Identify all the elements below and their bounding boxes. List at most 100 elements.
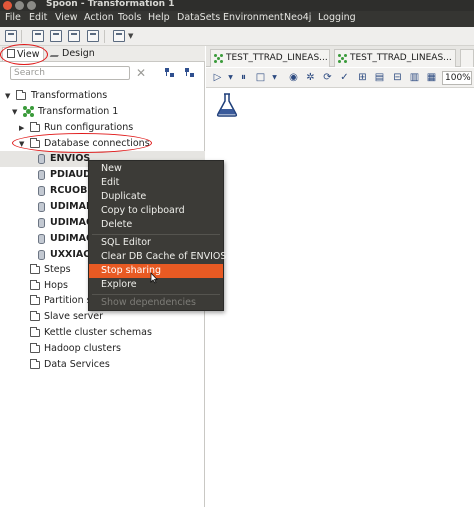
menu-item-delete[interactable]: Delete bbox=[89, 218, 223, 232]
tree-node-transformation-1[interactable]: ▼ Transformation 1 bbox=[0, 104, 205, 120]
verify-icon[interactable]: ✓ bbox=[339, 72, 350, 83]
menu-environment[interactable]: Environment bbox=[223, 12, 284, 23]
clear-search-icon[interactable]: ✕ bbox=[136, 66, 146, 80]
expand-arrow-icon[interactable]: ▼ bbox=[5, 88, 10, 104]
tree-node-partition-schemas[interactable]: Partition sc bbox=[0, 293, 88, 309]
sql-icon[interactable]: ▤ bbox=[374, 72, 385, 83]
menu-view[interactable]: View bbox=[55, 12, 78, 23]
database-icon bbox=[38, 234, 45, 244]
tree-label: Kettle cluster schemas bbox=[44, 327, 152, 338]
connection-pdiaudi[interactable]: PDIAUDI bbox=[0, 167, 88, 183]
tab-view[interactable]: View bbox=[2, 47, 44, 61]
expand-arrow-icon[interactable]: ▼ bbox=[12, 104, 17, 120]
transformation-canvas[interactable] bbox=[206, 89, 474, 507]
connection-uxxiacf[interactable]: UXXIACF bbox=[0, 247, 88, 263]
tree-label: Partition sc bbox=[44, 295, 88, 306]
impact-icon[interactable]: ⊞ bbox=[357, 72, 368, 83]
show-results-icon[interactable]: ▥ bbox=[409, 72, 420, 83]
expand-all-icon[interactable] bbox=[185, 68, 195, 78]
tree-label: Slave server bbox=[44, 311, 104, 322]
chevron-down-icon[interactable]: ▼ bbox=[269, 72, 280, 83]
transformation-icon bbox=[338, 54, 347, 63]
editor-tab-overflow[interactable] bbox=[460, 49, 474, 67]
menu-item-sql-editor[interactable]: SQL Editor bbox=[89, 236, 223, 250]
menu-item-clear-db-cache[interactable]: Clear DB Cache of ENVIOS bbox=[89, 250, 226, 264]
tree-node-slave-server[interactable]: Slave server bbox=[0, 309, 205, 325]
toolbar-separator bbox=[104, 30, 105, 43]
explore-db-icon[interactable]: ⊟ bbox=[392, 72, 403, 83]
explore-repository-icon[interactable] bbox=[50, 30, 62, 42]
pause-icon[interactable]: ⏸ bbox=[238, 72, 249, 83]
tree-node-kettle-cluster-schemas[interactable]: Kettle cluster schemas bbox=[0, 325, 205, 341]
transformation-icon bbox=[214, 54, 223, 63]
pencil-icon bbox=[49, 49, 63, 57]
connection-udimad[interactable]: UDIMAD bbox=[0, 199, 88, 215]
open-file-icon[interactable] bbox=[32, 30, 44, 42]
editor-tab-1[interactable]: TEST_TTRAD_LINEAS... bbox=[210, 49, 330, 67]
folder-icon bbox=[30, 343, 40, 353]
menu-neo4j[interactable]: Neo4j bbox=[284, 12, 311, 23]
folder-icon bbox=[30, 359, 40, 369]
close-window-button[interactable] bbox=[3, 1, 12, 10]
preview-icon[interactable]: ◉ bbox=[288, 72, 299, 83]
debug-icon[interactable]: ✲ bbox=[305, 72, 316, 83]
connection-udimao-2[interactable]: UDIMAO bbox=[0, 231, 88, 247]
search-row: ✕ bbox=[0, 63, 205, 83]
spoon-window: Spoon - Transformation 1 File Edit View … bbox=[0, 0, 474, 507]
stop-icon[interactable]: □ bbox=[255, 72, 266, 83]
editor-tab-label: TEST_TTRAD_LINEAS... bbox=[226, 53, 328, 63]
folder-icon bbox=[30, 122, 40, 132]
menu-help[interactable]: Help bbox=[148, 12, 170, 23]
menu-tools[interactable]: Tools bbox=[118, 12, 141, 23]
layers-icon[interactable] bbox=[113, 30, 125, 42]
new-file-icon[interactable] bbox=[5, 30, 17, 42]
search-input[interactable] bbox=[10, 66, 130, 80]
tree-node-database-connections[interactable]: ▼ Database connections bbox=[0, 136, 205, 152]
chevron-down-icon[interactable]: ▼ bbox=[128, 32, 133, 40]
run-icon[interactable]: ▷ bbox=[212, 72, 223, 83]
connection-label: UDIMAO bbox=[50, 233, 88, 244]
grid-icon[interactable]: ▦ bbox=[426, 72, 437, 83]
chevron-down-icon[interactable]: ▼ bbox=[225, 72, 236, 83]
editor-tab-2[interactable]: TEST_TTRAD_LINEAS... bbox=[334, 49, 456, 67]
save-icon[interactable] bbox=[68, 30, 80, 42]
tree-node-run-configurations[interactable]: ▶ Run configurations bbox=[0, 120, 205, 136]
tree-label: Transformation 1 bbox=[38, 106, 119, 117]
menu-datasets[interactable]: DataSets bbox=[177, 12, 220, 23]
menu-logging[interactable]: Logging bbox=[318, 12, 356, 23]
tab-design-label: Design bbox=[62, 48, 95, 59]
database-icon bbox=[38, 170, 45, 180]
mouse-cursor-icon bbox=[150, 272, 158, 284]
tree-node-transformations[interactable]: ▼ Transformations bbox=[0, 88, 205, 104]
menu-action[interactable]: Action bbox=[84, 12, 114, 23]
editor-tab-strip: TEST_TTRAD_LINEAS... TEST_TTRAD_LINEAS..… bbox=[206, 46, 474, 67]
canvas-toolbar: ▷ ▼ ⏸ □ ▼ ◉ ✲ ⟳ ✓ ⊞ ▤ ⊟ ▥ ▦ 100% bbox=[206, 68, 474, 88]
minimize-window-button[interactable] bbox=[15, 1, 24, 10]
tab-design[interactable]: Design bbox=[48, 47, 98, 61]
replay-icon[interactable]: ⟳ bbox=[322, 72, 333, 83]
connection-udimao[interactable]: UDIMAO bbox=[0, 215, 88, 231]
maximize-window-button[interactable] bbox=[27, 1, 36, 10]
collapse-all-icon[interactable] bbox=[165, 68, 175, 78]
tree-node-hadoop-clusters[interactable]: Hadoop clusters bbox=[0, 341, 205, 357]
flask-icon bbox=[216, 93, 238, 117]
menu-item-new[interactable]: New bbox=[89, 162, 223, 176]
menu-item-show-dependencies[interactable]: Show dependencies bbox=[89, 296, 223, 310]
title-bar: Spoon - Transformation 1 bbox=[0, 0, 474, 11]
menu-separator bbox=[92, 294, 220, 295]
tree-node-data-services[interactable]: Data Services bbox=[0, 357, 205, 373]
save-as-icon[interactable] bbox=[87, 30, 99, 42]
tab-view-label: View bbox=[17, 49, 40, 60]
menu-item-duplicate[interactable]: Duplicate bbox=[89, 190, 223, 204]
expand-arrow-icon[interactable]: ▼ bbox=[19, 136, 24, 152]
connection-rcuobie[interactable]: RCUOBIE bbox=[0, 183, 88, 199]
menu-edit[interactable]: Edit bbox=[29, 12, 47, 23]
menu-file[interactable]: File bbox=[5, 12, 21, 23]
zoom-select[interactable]: 100% bbox=[442, 71, 472, 85]
tree-label: Transformations bbox=[31, 90, 108, 101]
menu-item-copy-to-clipboard[interactable]: Copy to clipboard bbox=[89, 204, 223, 218]
folder-icon bbox=[16, 90, 26, 100]
collapsed-arrow-icon[interactable]: ▶ bbox=[19, 120, 24, 136]
menu-item-edit[interactable]: Edit bbox=[89, 176, 223, 190]
database-icon bbox=[38, 154, 45, 164]
